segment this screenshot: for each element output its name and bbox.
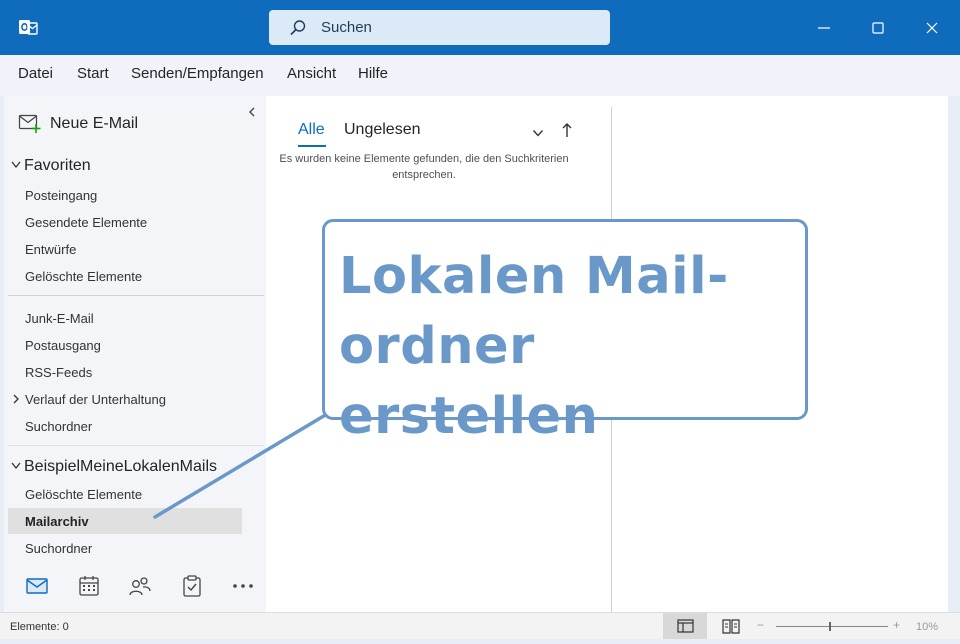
active-tab-indicator (298, 145, 326, 147)
callout-text: Lokalen Mail- ordner erstellen (339, 242, 799, 452)
mail-icon[interactable] (24, 574, 50, 598)
chevron-down-icon (10, 157, 24, 175)
zoom-slider[interactable] (776, 626, 888, 627)
local-store-header[interactable]: BeispielMeineLokalenMails (10, 458, 217, 476)
new-mail-button[interactable]: Neue E-Mail (18, 112, 168, 136)
menu-item-hilfe[interactable]: Hilfe (358, 65, 388, 82)
callout-line-1: Lokalen Mail- (339, 247, 729, 306)
folder-label: Mailarchiv (25, 514, 89, 529)
folder-posteingang[interactable]: Posteingang (25, 188, 97, 203)
callout-box: Lokalen Mail- ordner erstellen (322, 219, 808, 446)
zoom-slider-thumb[interactable] (829, 622, 831, 631)
menu-item-datei[interactable]: Datei (18, 65, 53, 82)
favorites-label: Favoriten (24, 157, 91, 174)
people-icon[interactable] (127, 574, 153, 598)
local-folder-geloeschte-elemente[interactable]: Gelöschte Elemente (25, 487, 142, 502)
zoom-out-button[interactable]: − (757, 618, 764, 632)
zoom-in-button[interactable]: + (893, 618, 900, 632)
search-placeholder: Suchen (321, 19, 372, 36)
favorites-header[interactable]: Favoriten (10, 157, 91, 175)
normal-view-button[interactable] (663, 613, 707, 639)
maximize-button[interactable] (855, 0, 901, 55)
menu-item-start[interactable]: Start (77, 65, 109, 82)
folder-entwuerfe[interactable]: Entwürfe (25, 242, 76, 257)
tab-alle[interactable]: Alle (298, 121, 325, 139)
tab-ungelesen[interactable]: Ungelesen (344, 121, 421, 139)
menu-item-senden-empfangen[interactable]: Senden/Empfangen (131, 65, 264, 82)
divider (8, 445, 264, 446)
maximize-icon (872, 22, 884, 34)
local-folder-suchordner[interactable]: Suchordner (25, 541, 92, 556)
folder-gesendete-elemente[interactable]: Gesendete Elemente (25, 215, 147, 230)
folder-geloeschte-elemente[interactable]: Gelöschte Elemente (25, 269, 142, 284)
local-store-label: BeispielMeineLokalenMails (24, 458, 217, 475)
more-icon[interactable] (230, 574, 256, 598)
folder-label: Verlauf der Unterhaltung (25, 392, 166, 407)
minimize-button[interactable] (801, 0, 847, 55)
callout-line-2: ordner erstellen (339, 317, 599, 446)
empty-list-message: Es wurden keine Elemente gefunden, die d… (279, 153, 569, 181)
new-mail-label: Neue E-Mail (50, 115, 139, 132)
folder-suchordner[interactable]: Suchordner (25, 419, 92, 434)
zoom-level: 10% (916, 621, 939, 633)
tasks-icon[interactable] (179, 574, 205, 598)
folder-postausgang[interactable]: Postausgang (25, 338, 101, 353)
folder-rss-feeds[interactable]: RSS-Feeds (25, 365, 92, 380)
status-bar: Elemente: 0 − + 10% (0, 612, 960, 639)
close-icon (926, 22, 938, 34)
close-button[interactable] (909, 0, 955, 55)
divider (8, 295, 264, 296)
folder-verlauf-der-unterhaltung[interactable]: Verlauf der Unterhaltung (12, 392, 166, 407)
item-count: Elemente: 0 (10, 621, 69, 633)
collapse-pane-icon[interactable] (247, 105, 257, 117)
folder-junk-e-mail[interactable]: Junk-E-Mail (25, 311, 94, 326)
menu-item-ansicht[interactable]: Ansicht (287, 65, 336, 82)
title-bar: Suchen (0, 0, 960, 55)
reading-view-button[interactable] (713, 613, 749, 639)
chevron-down-icon[interactable] (532, 125, 544, 137)
new-mail-icon (18, 112, 42, 134)
module-navigation (8, 559, 270, 613)
search-icon (289, 19, 307, 37)
minimize-icon (818, 27, 830, 29)
local-folder-mailarchiv[interactable]: Mailarchiv (8, 508, 242, 534)
outlook-logo-icon (18, 18, 38, 38)
chevron-down-icon (10, 458, 24, 476)
menu-bar: Datei Start Senden/Empfangen Ansicht Hil… (0, 55, 960, 96)
sort-arrow-up-icon[interactable] (561, 122, 573, 138)
chevron-right-icon (12, 392, 25, 407)
calendar-icon[interactable] (76, 574, 102, 598)
normal-view-icon (677, 619, 694, 633)
search-input[interactable]: Suchen (269, 10, 610, 45)
reading-view-icon (722, 619, 740, 634)
folder-pane: Neue E-Mail Favoriten Posteingang Gesend… (4, 96, 266, 612)
